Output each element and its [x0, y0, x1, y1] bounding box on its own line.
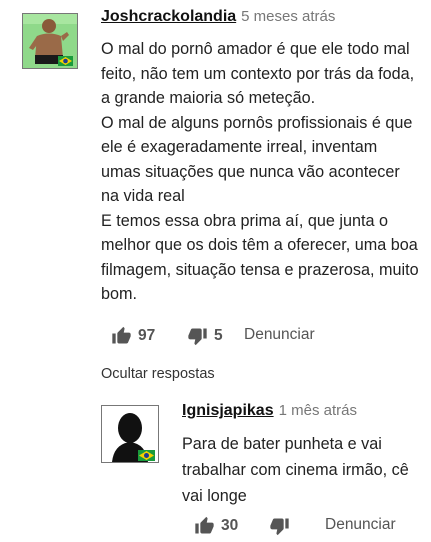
comment-header: Joshcrackolandia 5 meses atrás: [101, 8, 335, 26]
thumbs-down-icon: [270, 518, 289, 536]
reply-dislike-button[interactable]: [269, 516, 290, 536]
user-photo-avatar-icon: [23, 14, 77, 68]
reply-author-link[interactable]: Ignisjapikas: [182, 402, 274, 419]
reply-like-button[interactable]: 30: [194, 516, 238, 536]
reply-like-count: 30: [221, 517, 239, 534]
report-button[interactable]: Denunciar: [244, 326, 315, 344]
comment-paragraph: O mal do pornô amador é que ele todo mal…: [101, 40, 415, 107]
reply-header: Ignisjapikas 1 mês atrás: [182, 402, 357, 420]
comment-author-link[interactable]: Joshcrackolandia: [101, 8, 236, 25]
silhouette-avatar-icon: [102, 406, 158, 462]
reply-body: Para de bater punheta e vai trabalhar co…: [182, 435, 409, 505]
report-label: Denunciar: [244, 326, 315, 343]
thumbs-up-icon: [195, 516, 214, 534]
comment-body: O mal do pornô amador é que ele todo mal…: [101, 37, 419, 307]
comment-paragraph: O mal de alguns pornôs profissionais é q…: [101, 113, 413, 206]
comment-avatar[interactable]: [22, 13, 78, 69]
reply-report-button[interactable]: Denunciar: [325, 516, 396, 534]
dislike-button[interactable]: 5: [187, 326, 223, 346]
like-button[interactable]: 97: [111, 326, 155, 346]
reply-timestamp[interactable]: 1 mês atrás: [279, 402, 357, 419]
reply-report-label: Denunciar: [325, 516, 396, 533]
comment-timestamp[interactable]: 5 meses atrás: [241, 8, 335, 25]
comment-paragraph: E temos essa obra prima aí, que junta o …: [101, 211, 419, 304]
like-count: 97: [138, 327, 156, 344]
thumbs-up-icon: [112, 326, 131, 344]
thumbs-down-icon: [188, 328, 207, 346]
reply-avatar[interactable]: [101, 405, 159, 463]
hide-replies-link[interactable]: Ocultar respostas: [101, 366, 215, 382]
dislike-count: 5: [214, 327, 223, 344]
